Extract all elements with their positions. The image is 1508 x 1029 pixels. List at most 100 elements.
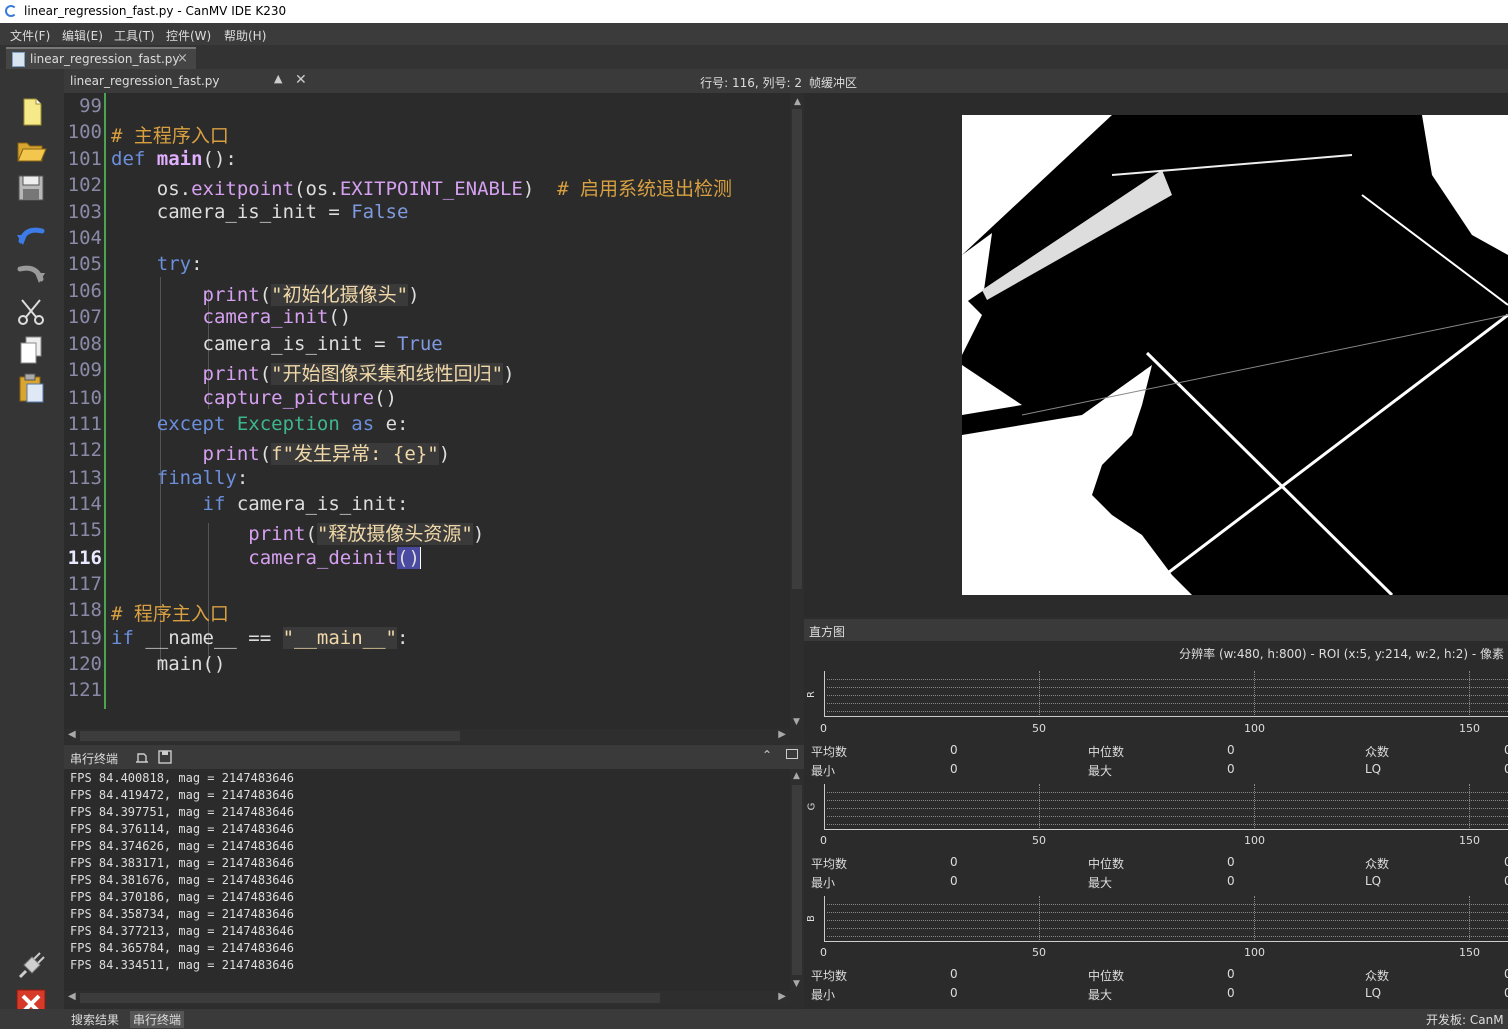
code-line-103: camera_is_init = False <box>156 201 409 223</box>
terminal-line: FPS 84.377213, mag = 2147483646 <box>70 924 294 938</box>
code-line-114: if camera_is_init: <box>202 493 409 515</box>
open-folder-icon[interactable] <box>14 133 48 167</box>
frame-buffer-image[interactable] <box>962 115 1508 595</box>
stat-label: 最小 <box>811 876 836 890</box>
code-line-100: # 主程序入口 <box>111 125 229 147</box>
stat-label: 中位数 <box>1088 969 1125 983</box>
file-switch-arrows-icon[interactable]: ▲ <box>274 72 282 85</box>
line-number: 119 <box>67 627 102 649</box>
stat-value: 0 <box>1227 762 1235 776</box>
code-line-115: print("释放摄像头资源") <box>248 523 485 545</box>
code-line-111: except Exception as e: <box>156 413 409 435</box>
code-editor[interactable]: 99 100 101 102 103 104 105 106 107 108 1… <box>64 93 790 729</box>
connect-icon[interactable] <box>14 949 48 983</box>
copy-icon[interactable] <box>14 333 48 367</box>
line-number: 117 <box>67 573 102 595</box>
terminal-line: FPS 84.370186, mag = 2147483646 <box>70 890 294 904</box>
terminal-settings-icon[interactable] <box>134 749 150 765</box>
tick-label: 150 <box>1459 834 1480 847</box>
terminal-line: FPS 84.374626, mag = 2147483646 <box>70 839 294 853</box>
terminal-vertical-scrollbar[interactable]: ▲ ▼ <box>790 769 804 991</box>
frame-buffer-title: 帧缓冲区 <box>809 76 858 90</box>
histogram-header: 直方图 <box>804 619 1508 641</box>
tick-label: 0 <box>820 722 827 735</box>
menu-edit[interactable]: 编辑(E) <box>62 27 103 44</box>
line-number: 113 <box>67 467 102 489</box>
tick-label: 0 <box>820 946 827 959</box>
tick-label: 50 <box>1032 946 1046 959</box>
editor-header: linear_regression_fast.py ▲ ✕ 行号: 116, 列… <box>64 69 804 93</box>
tab-search-results[interactable]: 搜索结果 <box>71 1011 119 1028</box>
terminal-line: FPS 84.334511, mag = 2147483646 <box>70 958 294 972</box>
code-line-101: def main(): <box>111 148 237 170</box>
window-title: linear_regression_fast.py - CanMV IDE K2… <box>24 4 287 18</box>
code-line-107: camera_init() <box>202 306 352 328</box>
python-file-icon <box>12 52 25 67</box>
serial-terminal-output[interactable]: FPS 84.400818, mag = 2147483646 FPS 84.4… <box>64 769 790 991</box>
stat-label: 最大 <box>1088 764 1113 778</box>
stat-label: 众数 <box>1365 745 1390 759</box>
terminal-maximize-icon[interactable] <box>786 749 798 759</box>
stat-label: 最小 <box>811 988 836 1002</box>
paste-icon[interactable] <box>14 371 48 405</box>
terminal-collapse-icon[interactable]: ⌃ <box>762 748 772 762</box>
line-number: 120 <box>67 653 102 675</box>
code-line-116: camera_deinit() <box>248 547 421 569</box>
terminal-horizontal-scrollbar[interactable]: ◀ ▶ <box>64 991 790 1005</box>
tab-serial-terminal[interactable]: 串行终端 <box>130 1011 185 1028</box>
line-number: 115 <box>67 519 102 541</box>
code-line-108: camera_is_init = True <box>202 333 443 355</box>
save-icon[interactable] <box>14 171 48 205</box>
frame-buffer-panel <box>804 93 1508 617</box>
channel-label-r: R <box>805 691 817 698</box>
line-number: 106 <box>67 280 102 302</box>
stat-value: 0 <box>1504 762 1508 776</box>
channel-label-b: B <box>805 915 817 922</box>
editor-file-selector[interactable]: linear_regression_fast.py <box>70 74 220 88</box>
cut-icon[interactable] <box>14 295 48 329</box>
menu-tools[interactable]: 工具(T) <box>114 27 155 44</box>
terminal-save-icon[interactable] <box>157 749 173 765</box>
stat-value: 0 <box>950 855 958 869</box>
terminal-line: FPS 84.400818, mag = 2147483646 <box>70 771 294 785</box>
code-line-119: if __name__ == "__main__": <box>111 627 409 649</box>
file-tab-bar: linear_regression_fast.py × <box>0 45 1508 69</box>
editor-close-icon[interactable]: ✕ <box>295 72 307 88</box>
menu-file[interactable]: 文件(F) <box>10 27 50 44</box>
stat-value: 0 <box>950 762 958 776</box>
redo-icon[interactable] <box>14 257 48 291</box>
tick-label: 100 <box>1244 722 1265 735</box>
line-number: 109 <box>67 359 102 381</box>
stat-label: LQ <box>1365 874 1382 888</box>
stat-value: 0 <box>1504 967 1508 981</box>
left-toolbar <box>0 69 64 1019</box>
file-tab-close-icon[interactable]: × <box>177 51 188 66</box>
code-line-120: main() <box>156 653 226 675</box>
stat-label: 中位数 <box>1088 857 1125 871</box>
histogram-plot-g <box>824 784 1508 830</box>
stat-label: 众数 <box>1365 969 1390 983</box>
line-number: 101 <box>67 148 102 170</box>
stat-label: LQ <box>1365 762 1382 776</box>
stat-value: 0 <box>1227 855 1235 869</box>
terminal-line: FPS 84.365784, mag = 2147483646 <box>70 941 294 955</box>
editor-horizontal-scrollbar[interactable]: ◀ ▶ <box>64 729 790 743</box>
line-number: 112 <box>67 439 102 461</box>
histogram-panel: 分辨率 (w:480, h:800) - ROI (x:5, y:214, w:… <box>804 641 1508 1009</box>
line-number: 99 <box>79 95 102 117</box>
frame-buffer-header: 帧缓冲区 <box>804 69 1508 93</box>
new-file-icon[interactable] <box>14 95 48 129</box>
code-line-105: try: <box>156 253 203 275</box>
stat-value: 0 <box>950 986 958 1000</box>
stat-value: 0 <box>950 743 958 757</box>
menu-help[interactable]: 帮助(H) <box>224 27 266 44</box>
stat-value: 0 <box>1504 855 1508 869</box>
terminal-line: FPS 84.381676, mag = 2147483646 <box>70 873 294 887</box>
text-cursor: () <box>397 547 420 569</box>
line-number: 121 <box>67 679 102 701</box>
editor-vertical-scrollbar[interactable]: ▲ ▼ <box>790 93 804 729</box>
file-tab[interactable]: linear_regression_fast.py × <box>6 47 196 69</box>
menu-widgets[interactable]: 控件(W) <box>166 27 211 44</box>
histogram-title: 直方图 <box>809 625 846 639</box>
undo-icon[interactable] <box>14 219 48 253</box>
